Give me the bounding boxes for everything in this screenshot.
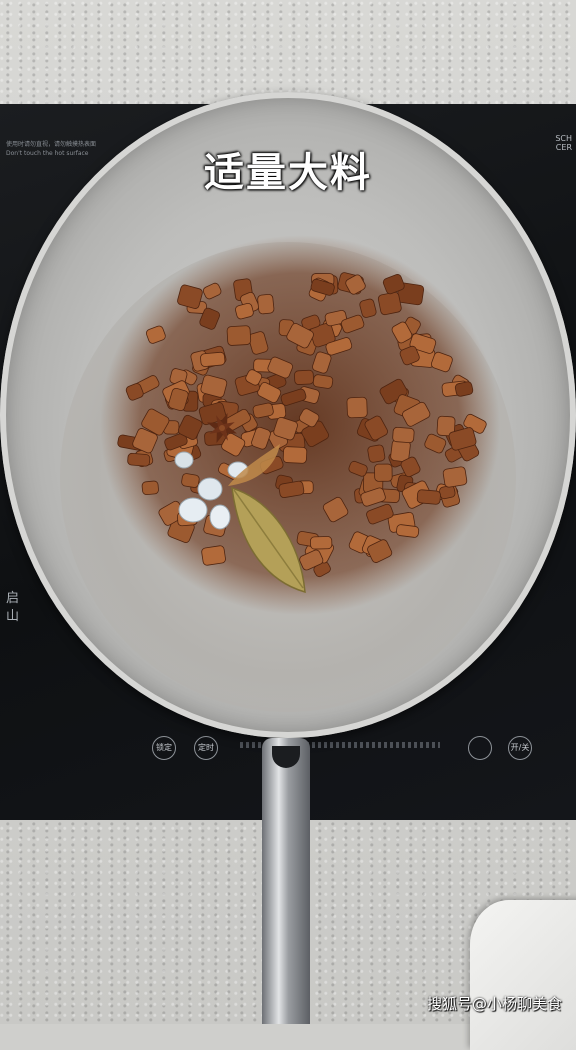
meat-piece <box>367 444 386 463</box>
meat-piece <box>226 325 252 346</box>
meat-piece <box>377 291 402 316</box>
meat-piece <box>181 473 200 488</box>
meat-piece <box>282 446 308 464</box>
meat-piece <box>416 489 441 505</box>
meat-piece <box>392 426 415 444</box>
meat-piece <box>310 536 333 550</box>
meat-piece <box>200 351 226 367</box>
meat-piece <box>257 293 275 315</box>
meat-piece <box>396 524 420 538</box>
meat-piece <box>201 545 226 566</box>
meat-piece <box>312 374 334 389</box>
meat-piece <box>374 463 393 482</box>
meat-piece <box>294 369 314 385</box>
meat-piece <box>346 396 368 419</box>
meat-piece <box>442 466 468 488</box>
watermark: 搜狐号@小杨聊美食 <box>426 995 562 1013</box>
meat-piece <box>141 480 159 496</box>
meat-piece <box>127 452 151 467</box>
video-caption: 适量大料 <box>204 150 372 196</box>
